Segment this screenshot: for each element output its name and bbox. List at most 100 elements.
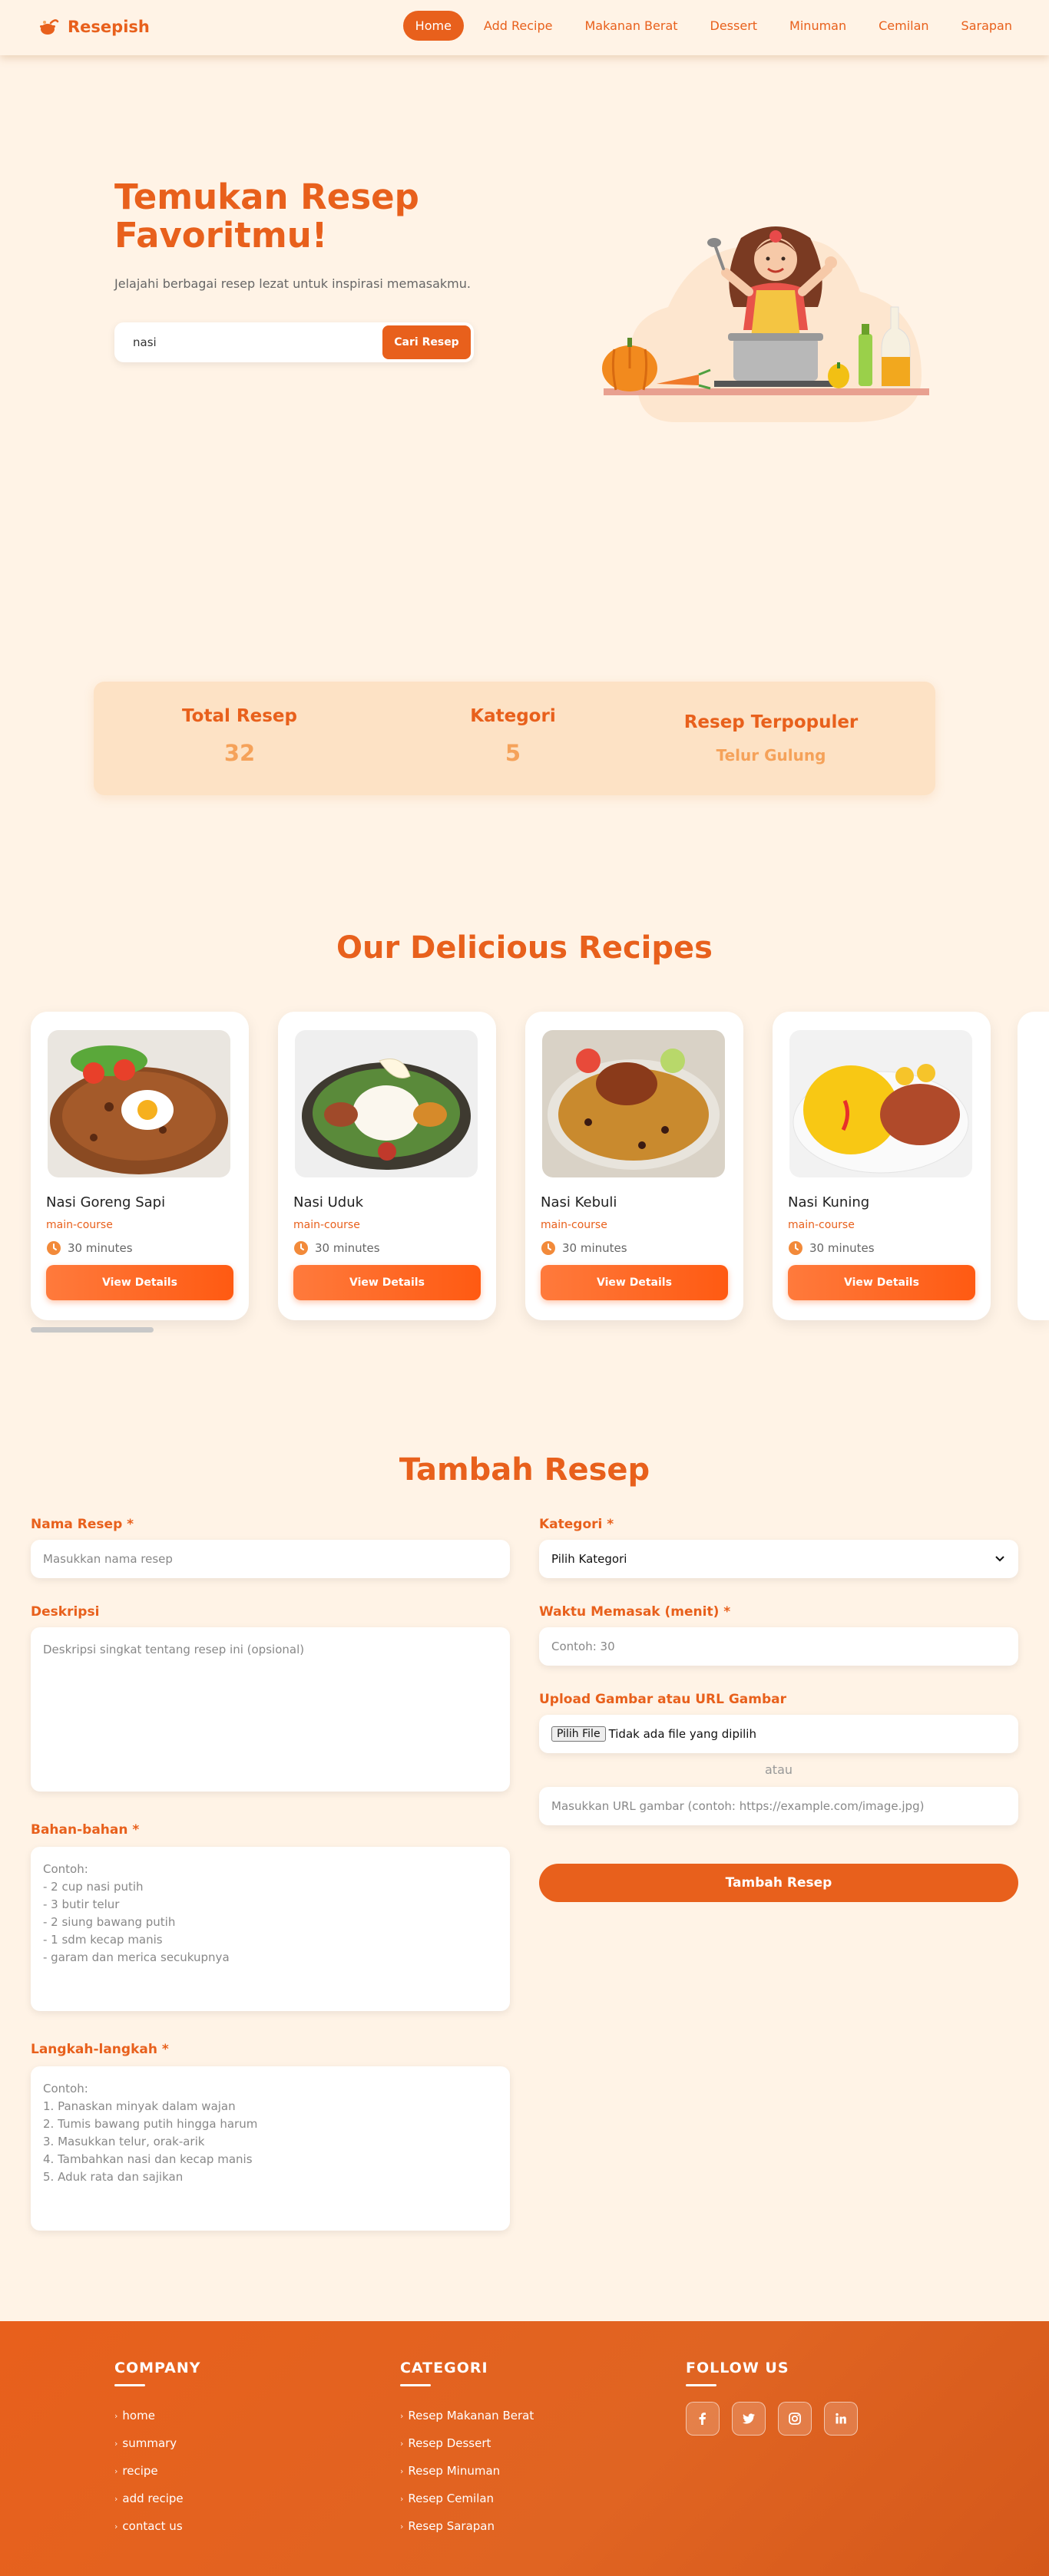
footer: COMPANY › home › summary › recipe › add reci… [0, 2321, 1049, 2576]
carousel-scrollbar[interactable] [31, 1327, 154, 1333]
recipe-card: Nasi Kuning main-course 30 minutes View … [773, 1012, 991, 1320]
footer-link-recipe[interactable]: › recipe [114, 2457, 201, 2485]
recipe-name: Nasi Kuning [788, 1194, 870, 1210]
stat-category-label: Kategori [470, 706, 556, 726]
steps-line: 4. Tambahkan nasi dan kecap manis [43, 2152, 253, 2166]
file-upload-input[interactable]: Pilih File Tidak ada file yang dipilih [539, 1715, 1018, 1753]
recipe-image-nasi-kuning [789, 1030, 972, 1177]
stat-popular-value: Telur Gulung [716, 746, 826, 765]
recipe-time: 30 minutes [46, 1240, 133, 1256]
stat-total-label: Total Resep [182, 706, 297, 726]
cooking-time-input[interactable]: Contoh: 30 [539, 1627, 1018, 1666]
steps-line: 5. Aduk rata dan sajikan [43, 2170, 184, 2184]
ingredients-textarea[interactable]: Contoh: - 2 cup nasi putih - 3 butir tel… [31, 1847, 510, 2011]
chevron-right-icon: › [400, 2465, 404, 2476]
hero-title: Temukan Resep Favoritmu! [114, 177, 419, 256]
ingredients-line: - 3 butir telur [43, 1897, 120, 1911]
chevron-right-icon: › [114, 2465, 118, 2476]
clock-icon [47, 1241, 61, 1255]
category-label: Kategori * [539, 1517, 614, 1532]
view-details-button[interactable]: View Details [293, 1265, 481, 1300]
stat-total-recipes: Total Resep 32 [124, 706, 355, 766]
description-placeholder: Deskripsi singkat tentang resep ini (ops… [43, 1643, 305, 1656]
recipe-time-text: 30 minutes [315, 1241, 380, 1255]
image-url-input[interactable]: Masukkan URL gambar (contoh: https://exa… [539, 1787, 1018, 1825]
recipe-category: main-course [788, 1219, 855, 1231]
choose-file-button[interactable]: Pilih File [551, 1726, 606, 1742]
recipe-image-nasi-goreng-sapi [48, 1030, 230, 1177]
footer-link-label: add recipe [122, 2492, 184, 2505]
footer-link-cemilan[interactable]: › Resep Cemilan [400, 2485, 534, 2512]
footer-link-label: Resep Dessert [408, 2436, 491, 2450]
ingredients-label: Bahan-bahan * [31, 1822, 140, 1838]
nav-link-add-recipe[interactable]: Add Recipe [472, 11, 565, 41]
footer-link-minuman[interactable]: › Resep Minuman [400, 2457, 534, 2485]
recipe-name-input[interactable]: Masukkan nama resep [31, 1540, 510, 1578]
recipe-image-nasi-uduk [295, 1030, 478, 1177]
nav-link-cemilan[interactable]: Cemilan [866, 11, 941, 41]
chef-pot-logo-icon [40, 19, 59, 35]
facebook-link[interactable] [686, 2402, 720, 2436]
footer-link-summary[interactable]: › summary [114, 2429, 201, 2457]
stat-popular-recipe: Resep Terpopuler Telur Gulung [656, 712, 886, 765]
stat-categories: Kategori 5 [398, 706, 628, 766]
footer-link-contact-us[interactable]: › contact us [114, 2512, 201, 2540]
footer-link-label: Resep Makanan Berat [408, 2409, 534, 2422]
nav-link-minuman[interactable]: Minuman [777, 11, 859, 41]
steps-textarea[interactable]: Contoh: 1. Panaskan minyak dalam wajan 2… [31, 2066, 510, 2231]
footer-link-dessert[interactable]: › Resep Dessert [400, 2429, 534, 2457]
add-recipe-submit-button[interactable]: Tambah Resep [539, 1864, 1018, 1902]
ingredients-line: - 2 cup nasi putih [43, 1880, 144, 1894]
recipes-section-title: Our Delicious Recipes [336, 930, 713, 966]
chef-cooking-illustration [602, 226, 929, 422]
nav-link-makanan-berat[interactable]: Makanan Berat [572, 11, 690, 41]
recipe-time: 30 minutes [293, 1240, 380, 1256]
view-details-button[interactable]: View Details [541, 1265, 728, 1300]
search-input[interactable] [119, 325, 380, 359]
ingredients-line: - garam dan merica secukupnya [43, 1950, 230, 1964]
linkedin-link[interactable] [824, 2402, 858, 2436]
instagram-link[interactable] [778, 2402, 812, 2436]
twitter-icon [743, 2413, 755, 2424]
recipe-category: main-course [293, 1219, 360, 1231]
instagram-icon [789, 2413, 801, 2425]
nav-link-sarapan[interactable]: Sarapan [949, 11, 1024, 41]
description-label: Deskripsi [31, 1604, 100, 1620]
view-details-button[interactable]: View Details [46, 1265, 233, 1300]
navbar: Resepish Home Add Recipe Makanan Berat D… [0, 0, 1049, 55]
footer-link-add-recipe[interactable]: › add recipe [114, 2485, 201, 2512]
footer-link-label: Resep Cemilan [408, 2492, 495, 2505]
social-links [686, 2402, 858, 2436]
recipe-card: Nasi Kebuli main-course 30 minutes View … [525, 1012, 743, 1320]
ingredients-line: Contoh: [43, 1862, 88, 1876]
stat-category-value: 5 [505, 740, 521, 766]
search-button[interactable]: Cari Resep [382, 325, 471, 359]
recipe-name: Nasi Goreng Sapi [46, 1194, 166, 1210]
view-details-button[interactable]: View Details [788, 1265, 975, 1300]
twitter-link[interactable] [732, 2402, 766, 2436]
chevron-down-icon [995, 1556, 1004, 1562]
stats-card: Total Resep 32 Kategori 5 Resep Terpopul… [94, 682, 935, 795]
footer-link-home[interactable]: › home [114, 2402, 201, 2429]
chevron-right-icon: › [400, 2521, 404, 2531]
recipe-card: Nasi Goreng Sapi main-course 30 minutes … [31, 1012, 249, 1320]
footer-link-makanan-berat[interactable]: › Resep Makanan Berat [400, 2402, 534, 2429]
hero-subtitle: Jelajahi berbagai resep lezat untuk insp… [114, 276, 471, 291]
nav-links: Home Add Recipe Makanan Berat Dessert Mi… [402, 11, 1024, 41]
recipe-category: main-course [541, 1219, 607, 1231]
footer-categories: CATEGORI › Resep Makanan Berat › Resep Des… [400, 2360, 534, 2540]
footer-company-heading: COMPANY [114, 2360, 201, 2376]
chevron-right-icon: › [114, 2410, 118, 2421]
recipe-category: main-course [46, 1219, 113, 1231]
nav-link-dessert[interactable]: Dessert [698, 11, 770, 41]
chevron-right-icon: › [114, 2493, 118, 2504]
brand[interactable]: Resepish [37, 15, 150, 38]
facebook-icon [699, 2413, 706, 2425]
footer-link-sarapan[interactable]: › Resep Sarapan [400, 2512, 534, 2540]
category-select[interactable]: Pilih Kategori [539, 1540, 1018, 1578]
chevron-right-icon: › [400, 2438, 404, 2449]
footer-company-links: › home › summary › recipe › add recipe › cont… [114, 2402, 201, 2540]
description-textarea[interactable]: Deskripsi singkat tentang resep ini (ops… [31, 1627, 510, 1792]
nav-link-home[interactable]: Home [402, 11, 464, 41]
footer-category-links: › Resep Makanan Berat › Resep Dessert › Res… [400, 2402, 534, 2540]
